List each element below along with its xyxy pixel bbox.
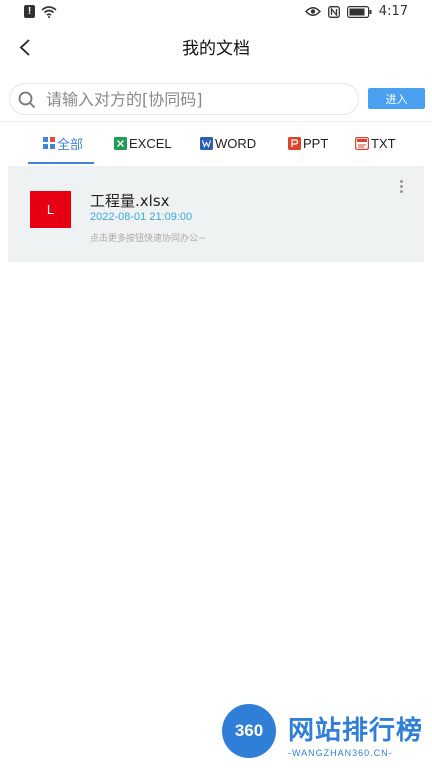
ppt-icon: [288, 136, 301, 150]
tab-label: PPT: [303, 135, 329, 151]
wifi-icon: [41, 5, 57, 18]
eye-icon: [304, 7, 321, 16]
search-icon: [18, 91, 36, 109]
tab-txt[interactable]: TXT: [355, 132, 396, 154]
tab-label: EXCEL: [129, 135, 172, 151]
tab-label: TXT: [371, 135, 396, 151]
battery-icon: [346, 5, 372, 18]
txt-icon: [355, 136, 369, 150]
file-date: 2022-08-01 21:09:00: [90, 211, 193, 223]
search-box: [9, 83, 359, 115]
nfc-icon: [327, 5, 340, 18]
active-tab-indicator: [28, 162, 94, 164]
tab-excel[interactable]: EXCEL: [114, 132, 172, 154]
file-name: 工程量.xlsx: [90, 192, 170, 210]
tab-all[interactable]: 全部: [43, 132, 83, 154]
more-options-button[interactable]: [394, 178, 408, 198]
file-type-tabs: 全部 EXCEL WORD PPT TXT: [0, 122, 432, 164]
all-grid-icon: [43, 137, 55, 149]
file-hint: 点击更多按钮快速协同办公~: [90, 234, 206, 244]
nav-bar: 我的文档: [0, 26, 432, 66]
excel-icon: [114, 136, 127, 150]
status-time: 4:17: [378, 4, 408, 19]
more-dot: [399, 185, 403, 188]
enter-button[interactable]: 进入: [368, 88, 425, 109]
status-bar: ! 4:17: [0, 0, 432, 26]
more-dot: [399, 190, 403, 193]
tab-ppt[interactable]: PPT: [288, 132, 328, 154]
watermark-name: 网站排行榜: [288, 716, 424, 746]
search-input[interactable]: [46, 87, 346, 111]
tab-label: WORD: [215, 135, 257, 151]
word-icon: [200, 136, 213, 150]
watermark-logo: 360: [222, 704, 276, 758]
alert-icon: !: [24, 5, 35, 18]
tab-label: 全部: [57, 136, 84, 152]
more-dot: [399, 180, 403, 183]
watermark-sub: -WANGZHAN360.CN-: [288, 748, 393, 758]
file-thumbnail: L: [30, 191, 71, 228]
search-row: 进入: [0, 80, 432, 118]
file-list-item[interactable]: L 工程量.xlsx 2022-08-01 21:09:00 点击更多按钮快速协…: [8, 166, 424, 262]
tab-word[interactable]: WORD: [200, 132, 256, 154]
watermark: 360 网站排行榜 -WANGZHAN360.CN-: [218, 700, 428, 766]
page-title: 我的文档: [182, 39, 250, 59]
